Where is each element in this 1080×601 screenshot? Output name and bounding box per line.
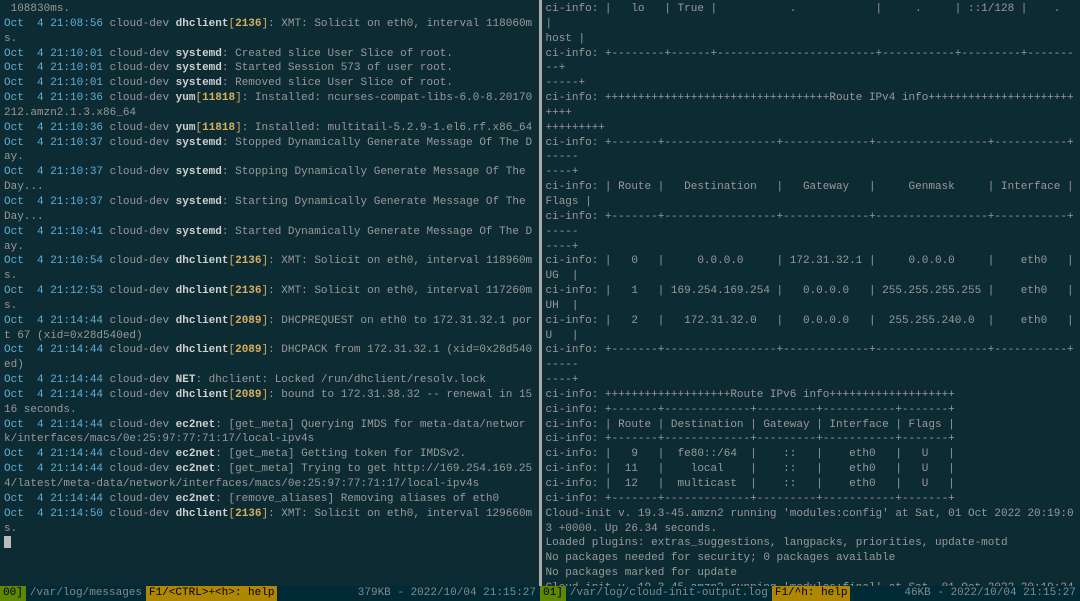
- log-line: ci-info: +++++++++++++++++++Route IPv6 i…: [546, 388, 1077, 403]
- log-line: Cloud-init v. 19.3-45.amzn2 running 'mod…: [546, 507, 1077, 537]
- status-right: 01] /var/log/cloud-init-output.log F1/^h…: [540, 586, 1080, 601]
- log-line: -----+: [546, 76, 1077, 91]
- right-pane[interactable]: ci-info: | lo | True | . | . | ::1/128 |…: [542, 0, 1080, 601]
- file-meta-left: 379KB - 2022/10/04 21:15:27: [277, 586, 540, 601]
- help-hint-right[interactable]: F1/^h: help: [772, 586, 851, 601]
- log-line: ci-info: +++++++++++++++++++++++++++++++…: [546, 91, 1077, 121]
- log-line: ci-info: +-------+-------------+--------…: [546, 403, 1077, 418]
- log-line: Oct 4 21:14:44 cloud-dev ec2net: [remove…: [4, 492, 535, 507]
- file-meta-right: 46KB - 2022/10/04 21:15:27: [850, 586, 1080, 601]
- log-line: Oct 4 21:14:44 cloud-dev dhclient[2089]:…: [4, 343, 535, 373]
- log-line: Loaded plugins: extras_suggestions, lang…: [546, 536, 1077, 551]
- log-line: ci-info: +-------+-----------------+----…: [546, 136, 1077, 166]
- log-line: ci-info: +--------+------+--------------…: [546, 47, 1077, 77]
- log-line: host |: [546, 32, 1077, 47]
- file-path-right: /var/log/cloud-init-output.log: [566, 586, 772, 601]
- log-line: Oct 4 21:08:56 cloud-dev dhclient[2136]:…: [4, 17, 535, 47]
- log-line: ci-info: | 1 | 169.254.169.254 | 0.0.0.0…: [546, 284, 1077, 314]
- log-line: Oct 4 21:10:01 cloud-dev systemd: Starte…: [4, 61, 535, 76]
- log-line: ci-info: | 9 | fe80::/64 | :: | eth0 | U…: [546, 447, 1077, 462]
- log-line: ci-info: | lo | True | . | . | ::1/128 |…: [546, 2, 1077, 32]
- log-line: Oct 4 21:10:37 cloud-dev systemd: Stoppe…: [4, 136, 535, 166]
- log-line: No packages needed for security; 0 packa…: [546, 551, 1077, 566]
- log-line: Oct 4 21:10:01 cloud-dev systemd: Remove…: [4, 76, 535, 91]
- log-line: ci-info: | 12 | multicast | :: | eth0 | …: [546, 477, 1077, 492]
- cursor: [4, 536, 11, 548]
- log-line: Oct 4 21:14:44 cloud-dev dhclient[2089]:…: [4, 388, 535, 418]
- log-line: ----+: [546, 165, 1077, 180]
- log-line: Oct 4 21:10:41 cloud-dev systemd: Starte…: [4, 225, 535, 255]
- log-line: Oct 4 21:10:37 cloud-dev systemd: Stoppi…: [4, 165, 535, 195]
- log-line: Oct 4 21:14:44 cloud-dev ec2net: [get_me…: [4, 418, 535, 448]
- log-line: Oct 4 21:10:01 cloud-dev systemd: Create…: [4, 47, 535, 62]
- file-path-left: /var/log/messages: [26, 586, 146, 601]
- log-line: ci-info: | 11 | local | :: | eth0 | U |: [546, 462, 1077, 477]
- log-line: ----+: [546, 373, 1077, 388]
- log-line: Oct 4 21:10:54 cloud-dev dhclient[2136]:…: [4, 254, 535, 284]
- log-line: Oct 4 21:10:36 cloud-dev yum[11818]: Ins…: [4, 91, 535, 121]
- status-bar: 00] /var/log/messages F1/<CTRL>+<h>: hel…: [0, 586, 1080, 601]
- left-pane[interactable]: 108830ms.Oct 4 21:08:56 cloud-dev dhclie…: [0, 0, 542, 601]
- log-line: No packages marked for update: [546, 566, 1077, 581]
- log-line: Oct 4 21:14:44 cloud-dev ec2net: [get_me…: [4, 462, 535, 492]
- log-line: ci-info: +-------+-------------+--------…: [546, 432, 1077, 447]
- log-line: Oct 4 21:10:36 cloud-dev yum[11818]: Ins…: [4, 121, 535, 136]
- log-line: +++++++++: [546, 121, 1077, 136]
- log-line: Oct 4 21:10:37 cloud-dev systemd: Starti…: [4, 195, 535, 225]
- log-line: ci-info: | Route | Destination | Gateway…: [546, 180, 1077, 210]
- log-line: ci-info: | 0 | 0.0.0.0 | 172.31.32.1 | 0…: [546, 254, 1077, 284]
- log-line: ci-info: | 2 | 172.31.32.0 | 0.0.0.0 | 2…: [546, 314, 1077, 344]
- log-line: Oct 4 21:14:44 cloud-dev ec2net: [get_me…: [4, 447, 535, 462]
- status-left: 00] /var/log/messages F1/<CTRL>+<h>: hel…: [0, 586, 540, 601]
- log-line: Oct 4 21:14:44 cloud-dev dhclient[2089]:…: [4, 314, 535, 344]
- log-line: ci-info: +-------+-----------------+----…: [546, 210, 1077, 240]
- log-line: Oct 4 21:14:44 cloud-dev NET: dhclient: …: [4, 373, 535, 388]
- log-line: Oct 4 21:14:50 cloud-dev dhclient[2136]:…: [4, 507, 535, 537]
- help-hint-left[interactable]: F1/<CTRL>+<h>: help: [146, 586, 277, 601]
- pane-index-1: 01]: [540, 586, 566, 601]
- log-line: 108830ms.: [4, 2, 535, 17]
- log-line: ci-info: +-------+-----------------+----…: [546, 343, 1077, 373]
- log-line: ----+: [546, 240, 1077, 255]
- log-line: ci-info: | Route | Destination | Gateway…: [546, 418, 1077, 433]
- pane-index-0: 00]: [0, 586, 26, 601]
- log-line: ci-info: +-------+-------------+--------…: [546, 492, 1077, 507]
- log-line: Oct 4 21:12:53 cloud-dev dhclient[2136]:…: [4, 284, 535, 314]
